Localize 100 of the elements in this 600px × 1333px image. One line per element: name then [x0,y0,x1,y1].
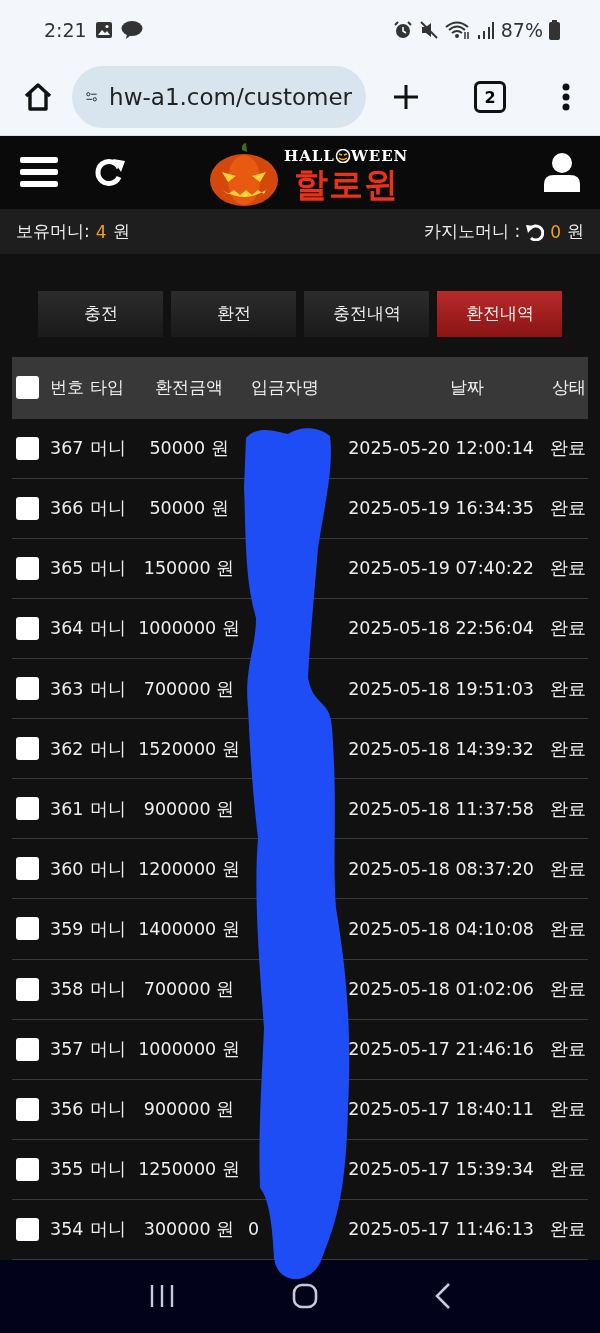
row-checkbox[interactable] [16,436,39,460]
status-cell-text: 완료 [549,437,586,461]
pumpkin-icon [208,141,280,208]
status-cell-text: 완료 [549,737,586,761]
refresh-icon[interactable] [94,156,126,189]
row-number: 367 [50,438,85,459]
row-checkbox[interactable] [16,677,39,701]
row-checkbox[interactable] [16,797,39,821]
date-cell-text: 2025-05-19 16:34:35 [347,498,535,519]
balance-label: 보유머니: [16,220,90,244]
row-checkbox[interactable] [16,737,39,761]
type-cell-text: 머니 [90,497,127,521]
amount-cell-text: 1000000 원 [138,1038,240,1062]
row-number: 355 [50,1159,85,1180]
balance-amount: 4 [95,221,107,242]
date-cell-text: 2025-05-19 07:40:22 [347,558,535,579]
row-checkbox[interactable] [16,1157,39,1181]
type-cell-text: 머니 [90,978,127,1002]
pumpkin-face-icon [334,148,351,163]
column-header: 환전금액 [154,376,224,400]
status-cell-text: 완료 [549,617,586,641]
date-cell-text: 2025-05-18 01:02:06 [347,979,535,1000]
date-cell-text: 2025-05-17 21:46:16 [347,1039,535,1060]
casino-balance-amount: 0 [550,221,561,242]
type-cell-text: 머니 [90,797,127,821]
refresh-icon[interactable] [526,222,545,241]
amount-cell-text: 50000 원 [148,497,230,521]
type-cell-text: 머니 [90,557,127,581]
status-cell-text: 완료 [549,1038,586,1062]
row-number: 357 [50,1039,85,1060]
row-checkbox[interactable] [16,496,39,520]
row-checkbox[interactable] [16,1097,39,1121]
type-cell-text: 머니 [90,1218,127,1242]
currency-unit: 원 [112,220,130,244]
status-cell-text: 완료 [549,1158,586,1182]
column-header: 번호 [50,376,85,400]
new-tab-icon[interactable] [392,83,420,112]
user-icon[interactable] [544,152,580,193]
type-cell-text: 머니 [90,1098,127,1122]
row-number: 361 [50,798,85,819]
column-header: 타입 [90,376,125,400]
amount-cell-text: 1520000 원 [138,737,240,761]
status-cell-text: 완료 [549,1218,586,1242]
select-all-checkbox[interactable] [16,376,39,400]
column-header: 날짜 [449,376,485,400]
home-icon[interactable] [22,81,54,114]
row-number: 354 [50,1219,85,1240]
row-checkbox[interactable] [16,1037,39,1061]
amount-cell-text: 50000 원 [148,437,230,461]
amount-cell-text: 1000000 원 [138,617,240,641]
date-cell-text: 2025-05-18 11:37:58 [347,798,535,819]
row-number: 366 [50,498,85,519]
type-cell-text: 머니 [90,677,127,701]
row-checkbox[interactable] [16,857,39,881]
row-checkbox[interactable] [16,917,39,941]
date-cell-text: 2025-05-18 19:51:03 [347,678,535,699]
status-cell-text: 완료 [549,497,586,521]
mute-icon [418,19,439,40]
amount-cell-text: 150000 원 [142,557,236,581]
logo-text: WEEN [350,146,409,165]
currency-unit: 원 [567,220,584,244]
status-cell-text: 완료 [549,857,586,881]
date-cell-text: 2025-05-17 11:46:13 [347,1219,535,1240]
row-number: 359 [50,918,85,939]
tab[interactable]: 환전내역 [437,290,562,337]
date-cell-text: 2025-05-18 08:37:20 [347,858,535,879]
type-cell-text: 머니 [90,1158,127,1182]
amount-cell-text: 700000 원 [142,677,236,701]
row-number: 356 [50,1099,85,1120]
date-cell-text: 2025-05-17 15:39:34 [347,1159,535,1180]
row-number: 362 [50,738,85,759]
tab[interactable]: 충전내역 [304,290,429,337]
column-header: 상태 [551,376,586,400]
row-checkbox[interactable] [16,977,39,1001]
status-cell-text: 완료 [549,677,586,701]
address-bar[interactable]: hw-a1.com/customer [72,66,366,129]
row-checkbox[interactable] [16,1217,39,1241]
row-number: 363 [50,678,85,699]
depositor-cell-text: 0 [247,1219,261,1240]
row-number: 365 [50,558,85,579]
tab[interactable]: 환전 [171,290,296,337]
recent-apps-icon[interactable] [148,1284,175,1309]
alarm-icon [392,19,413,40]
menu-icon[interactable] [20,156,58,189]
battery-percent: 87% [500,18,543,41]
casino-balance-label: 카지노머니 : [424,220,521,244]
type-cell-text: 머니 [90,737,127,761]
amount-cell-text: 900000 원 [142,1098,236,1122]
row-checkbox[interactable] [16,556,39,580]
status-cell-text: 완료 [549,797,586,821]
back-icon[interactable] [435,1283,452,1310]
row-number: 360 [50,858,85,879]
row-checkbox[interactable] [16,617,39,640]
more-menu-icon[interactable] [562,83,570,112]
tab[interactable]: 충전 [38,290,163,337]
column-header: 입금자명 [250,376,320,400]
home-button-icon[interactable] [292,1283,318,1310]
row-number: 364 [50,618,85,639]
date-cell-text: 2025-05-18 14:39:32 [347,738,535,759]
tab-count-button[interactable]: 2 [474,81,506,114]
